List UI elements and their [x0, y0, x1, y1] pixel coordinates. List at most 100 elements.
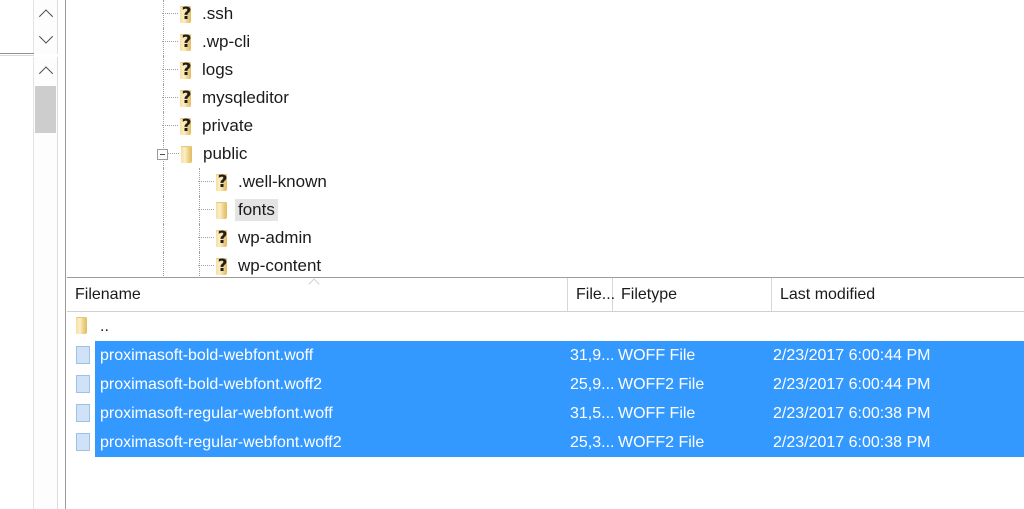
file-type-cell: WOFF2 File: [618, 375, 705, 393]
tree-connector-line: [199, 196, 200, 224]
file-row-icon: [74, 317, 94, 337]
tree-connector-line: [199, 252, 200, 276]
folder-unknown-icon: ?: [180, 87, 192, 108]
tree-connector-line: [162, 41, 178, 43]
chevron-down-icon: [38, 29, 53, 44]
file-size-cell: 31,5...: [570, 404, 615, 422]
column-header-last-modified[interactable]: Last modified: [772, 278, 1024, 311]
file-row-icon: [71, 375, 94, 395]
folder-unknown-icon: ?: [216, 171, 228, 192]
tree-item-label: fonts: [235, 199, 278, 221]
tree-connector-line: [162, 125, 178, 127]
scrollbar-thumb[interactable]: [35, 86, 56, 133]
file-list-row[interactable]: proximasoft-regular-webfont.woff2 25,3...…: [67, 428, 1024, 457]
tree-item-label: public: [203, 144, 248, 163]
file-type-cell: WOFF File: [618, 404, 696, 422]
rail-top-background: [0, 0, 33, 53]
file-list-row[interactable]: ..: [67, 312, 1024, 341]
file-row-icon: [71, 433, 94, 453]
tree-item-label: wp-content: [238, 256, 322, 275]
last-modified-cell: 2/23/2017 6:00:44 PM: [773, 346, 931, 364]
tree-connector-line: [163, 56, 164, 84]
folder-unknown-icon: ?: [180, 31, 192, 52]
sort-ascending-icon: [308, 278, 322, 290]
file-type-cell: WOFF2 File: [618, 433, 705, 451]
file-size-cell: 25,3...: [570, 433, 615, 451]
file-size-cell: 31,9...: [570, 346, 615, 364]
folder-unknown-icon: ?: [180, 3, 192, 24]
file-list-body[interactable]: .. proximasoft-bold-webfont.woff 31,9... WO…: [67, 312, 1024, 457]
folder-icon: [179, 145, 194, 163]
tree-connector-line: [163, 28, 164, 56]
tree-connector-line: [198, 237, 214, 239]
file-row-icon: [71, 346, 94, 366]
tree-collapse-expander[interactable]: [157, 148, 168, 160]
folder-unknown-icon: ?: [216, 255, 228, 276]
tree-connector-line: [163, 252, 164, 276]
file-list-pane[interactable]: Filename File... Filetype Last modified …: [67, 277, 1024, 509]
tree-item-dot-ssh[interactable]: ? .ssh: [67, 0, 1024, 28]
file-browser-window: ? .ssh? .wp-cli? logs? mysqleditor? private pu…: [0, 0, 1024, 509]
file-size-cell: 25,9...: [570, 375, 615, 393]
tree-item-wp-content[interactable]: ? wp-content: [67, 252, 1024, 276]
tree-connector-line: [163, 196, 164, 224]
tree-connector-line: [163, 0, 164, 28]
folder-icon: [214, 201, 229, 219]
tree-connector-line: [162, 13, 178, 15]
tree-connector-line: [199, 224, 200, 252]
directory-tree-pane[interactable]: ? .ssh? .wp-cli? logs? mysqleditor? private pu…: [67, 0, 1024, 276]
folder-unknown-icon: ?: [180, 59, 192, 80]
file-name-cell: proximasoft-regular-webfont.woff2: [100, 433, 342, 451]
tree-connector-line: [162, 69, 178, 71]
tree-item-label: mysqleditor: [202, 88, 289, 107]
tree-item-label: .wp-cli: [202, 32, 251, 51]
file-type-cell: WOFF File: [618, 346, 696, 364]
tree-connector-line: [198, 265, 214, 267]
tree-item-wp-admin[interactable]: ? wp-admin: [67, 224, 1024, 252]
pane-divider-line-shadow: [0, 55, 34, 56]
file-list-header: Filename File... Filetype Last modified: [67, 278, 1024, 312]
tree-connector-line: [163, 224, 164, 252]
column-header-filesize[interactable]: File...: [568, 278, 615, 311]
tree-item-label: .well-known: [238, 172, 327, 191]
tree-item-label: wp-admin: [238, 228, 312, 247]
tree-item-label: logs: [202, 60, 234, 79]
tree-item-mysqleditor[interactable]: ? mysqleditor: [67, 84, 1024, 112]
file-name-cell: ..: [100, 317, 109, 335]
scroll-up-button-tree[interactable]: [34, 59, 57, 84]
tree-item-dot-wp-cli[interactable]: ? .wp-cli: [67, 28, 1024, 56]
tree-item-label: private: [202, 116, 254, 135]
file-name-cell: proximasoft-bold-webfont.woff: [100, 346, 314, 364]
folder-unknown-icon: ?: [180, 115, 192, 136]
tree-item-logs[interactable]: ? logs: [67, 56, 1024, 84]
tree-item-public[interactable]: public: [67, 140, 1024, 168]
column-header-filetype[interactable]: Filetype: [613, 278, 772, 311]
tree-connector-line: [162, 97, 178, 99]
folder-unknown-icon: ?: [216, 227, 228, 248]
tree-connector-line: [163, 112, 164, 140]
tree-item-private[interactable]: ? private: [67, 112, 1024, 140]
file-list-row[interactable]: proximasoft-bold-webfont.woff 31,9... WOFF…: [67, 341, 1024, 370]
chevron-up-icon: [38, 8, 53, 23]
tree-connector-line: [198, 181, 214, 183]
file-name-cell: proximasoft-regular-webfont.woff: [100, 404, 333, 422]
file-list-row[interactable]: proximasoft-bold-webfont.woff2 25,9... WOF…: [67, 370, 1024, 399]
chevron-up-icon: [38, 65, 53, 80]
file-row-icon: [71, 404, 94, 424]
scroll-up-button-upper[interactable]: [34, 2, 57, 27]
file-name-cell: proximasoft-bold-webfont.woff2: [100, 375, 323, 393]
pane-divider-line: [0, 53, 34, 54]
last-modified-cell: 2/23/2017 6:00:38 PM: [773, 433, 931, 451]
left-scrollbar-rail: [0, 0, 66, 509]
tree-pane-scrollbar[interactable]: [33, 57, 58, 509]
tree-connector-line: [199, 168, 200, 196]
file-list-row[interactable]: proximasoft-regular-webfont.woff 31,5... W…: [67, 399, 1024, 428]
tree-connector-line: [163, 84, 164, 112]
tree-item-dot-well-known[interactable]: ? .well-known: [67, 168, 1024, 196]
tree-item-fonts[interactable]: fonts: [67, 196, 1024, 224]
tree-connector-line: [198, 209, 214, 211]
tree-connector-line: [163, 168, 164, 196]
tree-item-label: .ssh: [202, 4, 234, 23]
scroll-down-button-upper[interactable]: [34, 25, 57, 50]
upper-pane-scrollbar[interactable]: [33, 0, 58, 54]
